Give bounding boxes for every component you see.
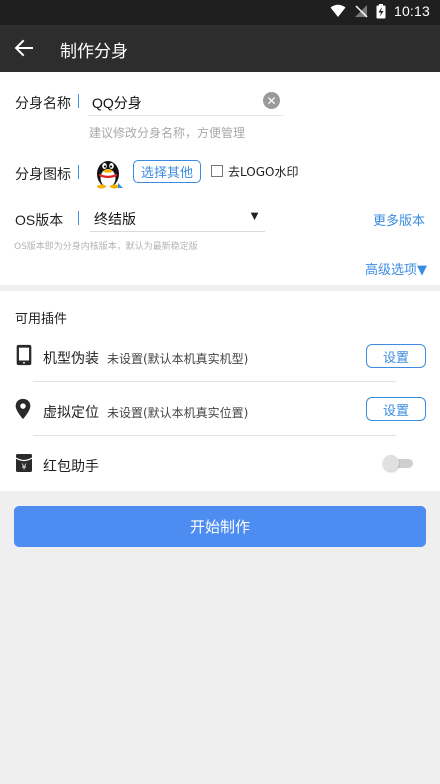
dropdown-arrow-icon: ▼ bbox=[248, 208, 261, 223]
qq-penguin-icon bbox=[97, 161, 123, 189]
os-version-select[interactable]: 终结版 ▼ bbox=[90, 208, 265, 232]
signal-off-icon bbox=[354, 5, 368, 18]
divider bbox=[33, 435, 396, 436]
device-disguise-settings-button[interactable]: 设置 bbox=[366, 344, 426, 368]
status-time: 10:13 bbox=[393, 3, 430, 19]
os-version-hint: OS版本即为分身内核版本，默认为最新稳定版 bbox=[14, 242, 198, 252]
plugin-status: 未设置(默认本机真实机型) bbox=[107, 352, 249, 366]
remove-logo-checkbox[interactable] bbox=[211, 165, 223, 177]
red-envelope-toggle[interactable] bbox=[383, 455, 415, 471]
page-title: 制作分身 bbox=[60, 42, 128, 61]
plugin-status: 未设置(默认本机真实位置) bbox=[107, 406, 249, 420]
label-divider bbox=[78, 94, 79, 108]
app-bar: 制作分身 bbox=[0, 25, 440, 72]
divider bbox=[33, 381, 396, 382]
remove-logo-label: 去LOGO水印 bbox=[228, 165, 299, 179]
choose-other-icon-button[interactable]: 选择其他 bbox=[133, 160, 201, 183]
os-version-label: OS版本 bbox=[15, 212, 64, 228]
red-envelope-icon: ¥ bbox=[15, 454, 33, 472]
wifi-icon bbox=[330, 4, 346, 17]
plugin-name: 机型伪装 bbox=[43, 350, 99, 366]
more-versions-link[interactable]: 更多版本 bbox=[373, 210, 425, 229]
name-label: 分身名称 bbox=[15, 95, 71, 111]
os-version-value: 终结版 bbox=[94, 211, 136, 227]
label-divider bbox=[78, 211, 79, 225]
clone-name-input[interactable] bbox=[88, 90, 284, 116]
svg-text:¥: ¥ bbox=[21, 463, 26, 472]
phone-icon bbox=[16, 344, 32, 366]
clear-icon[interactable]: ✕ bbox=[263, 92, 280, 109]
status-bar: 10:13 bbox=[0, 0, 440, 25]
toggle-knob bbox=[383, 455, 399, 471]
icon-label: 分身图标 bbox=[15, 166, 71, 182]
plugins-section-title: 可用插件 bbox=[15, 312, 68, 327]
virtual-location-settings-button[interactable]: 设置 bbox=[366, 397, 426, 421]
location-pin-icon bbox=[15, 398, 31, 420]
plugin-name: 红包助手 bbox=[43, 458, 99, 474]
advanced-options-toggle[interactable]: 高级选项▼ bbox=[365, 259, 427, 278]
arrow-left-icon[interactable] bbox=[12, 36, 36, 60]
start-build-button[interactable]: 开始制作 bbox=[14, 506, 426, 547]
status-icons: 10:13 bbox=[330, 3, 430, 19]
plugin-name: 虚拟定位 bbox=[43, 404, 99, 420]
label-divider bbox=[78, 165, 79, 179]
name-hint: 建议修改分身名称，方便管理 bbox=[89, 126, 246, 140]
battery-charging-icon bbox=[376, 3, 386, 18]
